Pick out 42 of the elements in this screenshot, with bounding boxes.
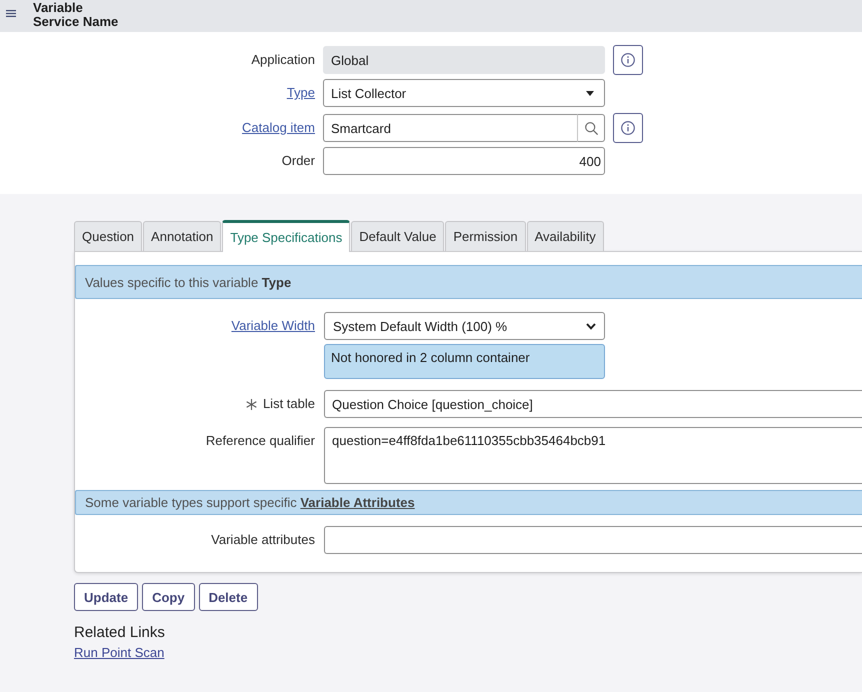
info-icon [621, 53, 635, 67]
banner-text: Some variable types support specific Variable Attributes [85, 495, 415, 510]
search-button[interactable] [577, 114, 605, 142]
field-label: Order [282, 153, 315, 169]
tab[interactable]: Availability [526, 221, 604, 251]
text-field[interactable]: Question Choice [question_choice] [324, 390, 862, 418]
text-field[interactable] [324, 526, 862, 554]
action-button[interactable]: Delete [198, 583, 258, 611]
tab[interactable]: Type Specifications [222, 220, 350, 252]
action-button[interactable]: Copy [142, 583, 195, 611]
info-button[interactable] [613, 113, 643, 143]
dropdown-select[interactable]: List Collector [323, 79, 605, 107]
dropdown-select[interactable]: System Default Width (100) % [324, 312, 605, 340]
readonly-field: Global [323, 46, 605, 74]
section-heading: Related Links [74, 624, 165, 642]
record-type-label: Variable [33, 1, 83, 15]
field-label-link[interactable]: Variable Width [231, 318, 315, 334]
banner-link[interactable]: Variable Attributes [300, 495, 415, 510]
banner-text: Values specific to this variable Type [85, 274, 292, 290]
reference-field[interactable]: Smartcard [323, 114, 577, 142]
field-note: Not honored in 2 column container [324, 344, 605, 379]
field-label: Application [251, 52, 315, 68]
action-button[interactable]: Update [74, 583, 138, 611]
menu-icon[interactable] [6, 10, 16, 17]
caret-icon [586, 90, 594, 96]
field-label: List table [262, 396, 315, 412]
field-label: Reference qualifier [206, 433, 315, 449]
tab[interactable]: Default Value [351, 221, 444, 251]
tab[interactable]: Question [74, 221, 142, 251]
field-label-link[interactable]: Type [286, 85, 315, 101]
textarea-field[interactable]: question=e4ff8fda1be61110355cbb35464bcb91 [324, 427, 862, 484]
info-icon [621, 121, 635, 135]
related-link[interactable]: Run Point Scan [74, 645, 164, 661]
search-icon [584, 122, 598, 134]
field-label: Variable attributes [211, 532, 315, 548]
chevron-down-icon [586, 322, 596, 330]
field-label-link[interactable]: Catalog item [242, 120, 315, 136]
number-field[interactable]: 400 [323, 147, 605, 175]
tab[interactable]: Permission [445, 221, 526, 251]
info-button[interactable] [613, 45, 643, 75]
record-title: Service Name [33, 15, 118, 29]
tab[interactable]: Annotation [143, 221, 222, 251]
